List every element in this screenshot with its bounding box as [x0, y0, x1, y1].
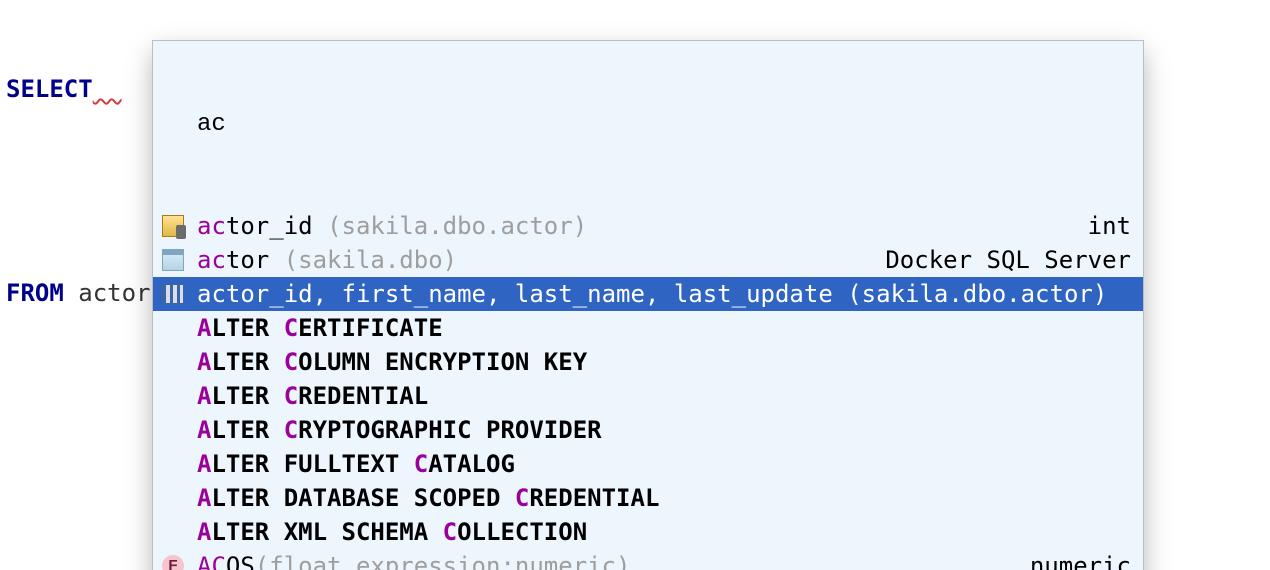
item-type: numeric — [1030, 549, 1131, 570]
item-label: actor_id, first_name, last_name, last_up… — [197, 277, 1131, 311]
no-icon — [159, 450, 187, 478]
item-label: ALTER COLUMN ENCRYPTION KEY — [197, 345, 1131, 379]
no-icon — [159, 348, 187, 376]
item-label: ALTER XML SCHEMA COLLECTION — [197, 515, 1131, 549]
autocomplete-popup[interactable]: ac actor_id (sakila.dbo.actor)intactor (… — [152, 40, 1144, 570]
autocomplete-list[interactable]: actor_id (sakila.dbo.actor)intactor (sak… — [153, 209, 1143, 570]
item-label: ACOS(float_expression:numeric) — [197, 549, 1014, 570]
item-label: actor (sakila.dbo) — [197, 243, 869, 277]
item-label: ALTER FULLTEXT CATALOG — [197, 447, 1131, 481]
item-label: ALTER CREDENTIAL — [197, 379, 1131, 413]
no-icon — [159, 518, 187, 546]
column-icon — [159, 212, 187, 240]
autocomplete-item[interactable]: ALTER CRYPTOGRAPHIC PROVIDER — [153, 413, 1143, 447]
keyword-select: SELECT — [6, 75, 93, 103]
no-icon — [159, 314, 187, 342]
autocomplete-item[interactable]: F ACOS(float_expression:numeric) numeric — [153, 549, 1143, 570]
autocomplete-item[interactable]: ALTER COLUMN ENCRYPTION KEY — [153, 345, 1143, 379]
table-icon — [159, 246, 187, 274]
function-icon: F — [159, 552, 187, 570]
keyword-from: FROM — [6, 279, 64, 307]
autocomplete-item[interactable]: actor (sakila.dbo) Docker SQL Server — [153, 243, 1143, 277]
item-label: ALTER CRYPTOGRAPHIC PROVIDER — [197, 413, 1131, 447]
item-type: int — [1088, 209, 1131, 243]
autocomplete-item[interactable]: ALTER CERTIFICATE — [153, 311, 1143, 345]
autocomplete-item[interactable]: ALTER DATABASE SCOPED CREDENTIAL — [153, 481, 1143, 515]
no-icon — [159, 416, 187, 444]
no-icon — [159, 484, 187, 512]
error-squiggle — [93, 75, 122, 103]
no-icon — [159, 382, 187, 410]
autocomplete-item[interactable]: actor_id, first_name, last_name, last_up… — [153, 277, 1143, 311]
columns-icon — [159, 280, 187, 308]
item-label: ALTER DATABASE SCOPED CREDENTIAL — [197, 481, 1131, 515]
typed-prefix: ac — [153, 109, 1143, 141]
sql-editor[interactable]: SELECT FROM actor ac actor_id (sakila.db… — [0, 0, 1270, 416]
autocomplete-item[interactable]: ALTER FULLTEXT CATALOG — [153, 447, 1143, 481]
item-label: ALTER CERTIFICATE — [197, 311, 1131, 345]
table-name: actor — [78, 279, 150, 307]
autocomplete-item[interactable]: actor_id (sakila.dbo.actor) int — [153, 209, 1143, 243]
autocomplete-item[interactable]: ALTER XML SCHEMA COLLECTION — [153, 515, 1143, 549]
item-label: actor_id (sakila.dbo.actor) — [197, 209, 1072, 243]
autocomplete-item[interactable]: ALTER CREDENTIAL — [153, 379, 1143, 413]
item-type: Docker SQL Server — [885, 243, 1131, 277]
